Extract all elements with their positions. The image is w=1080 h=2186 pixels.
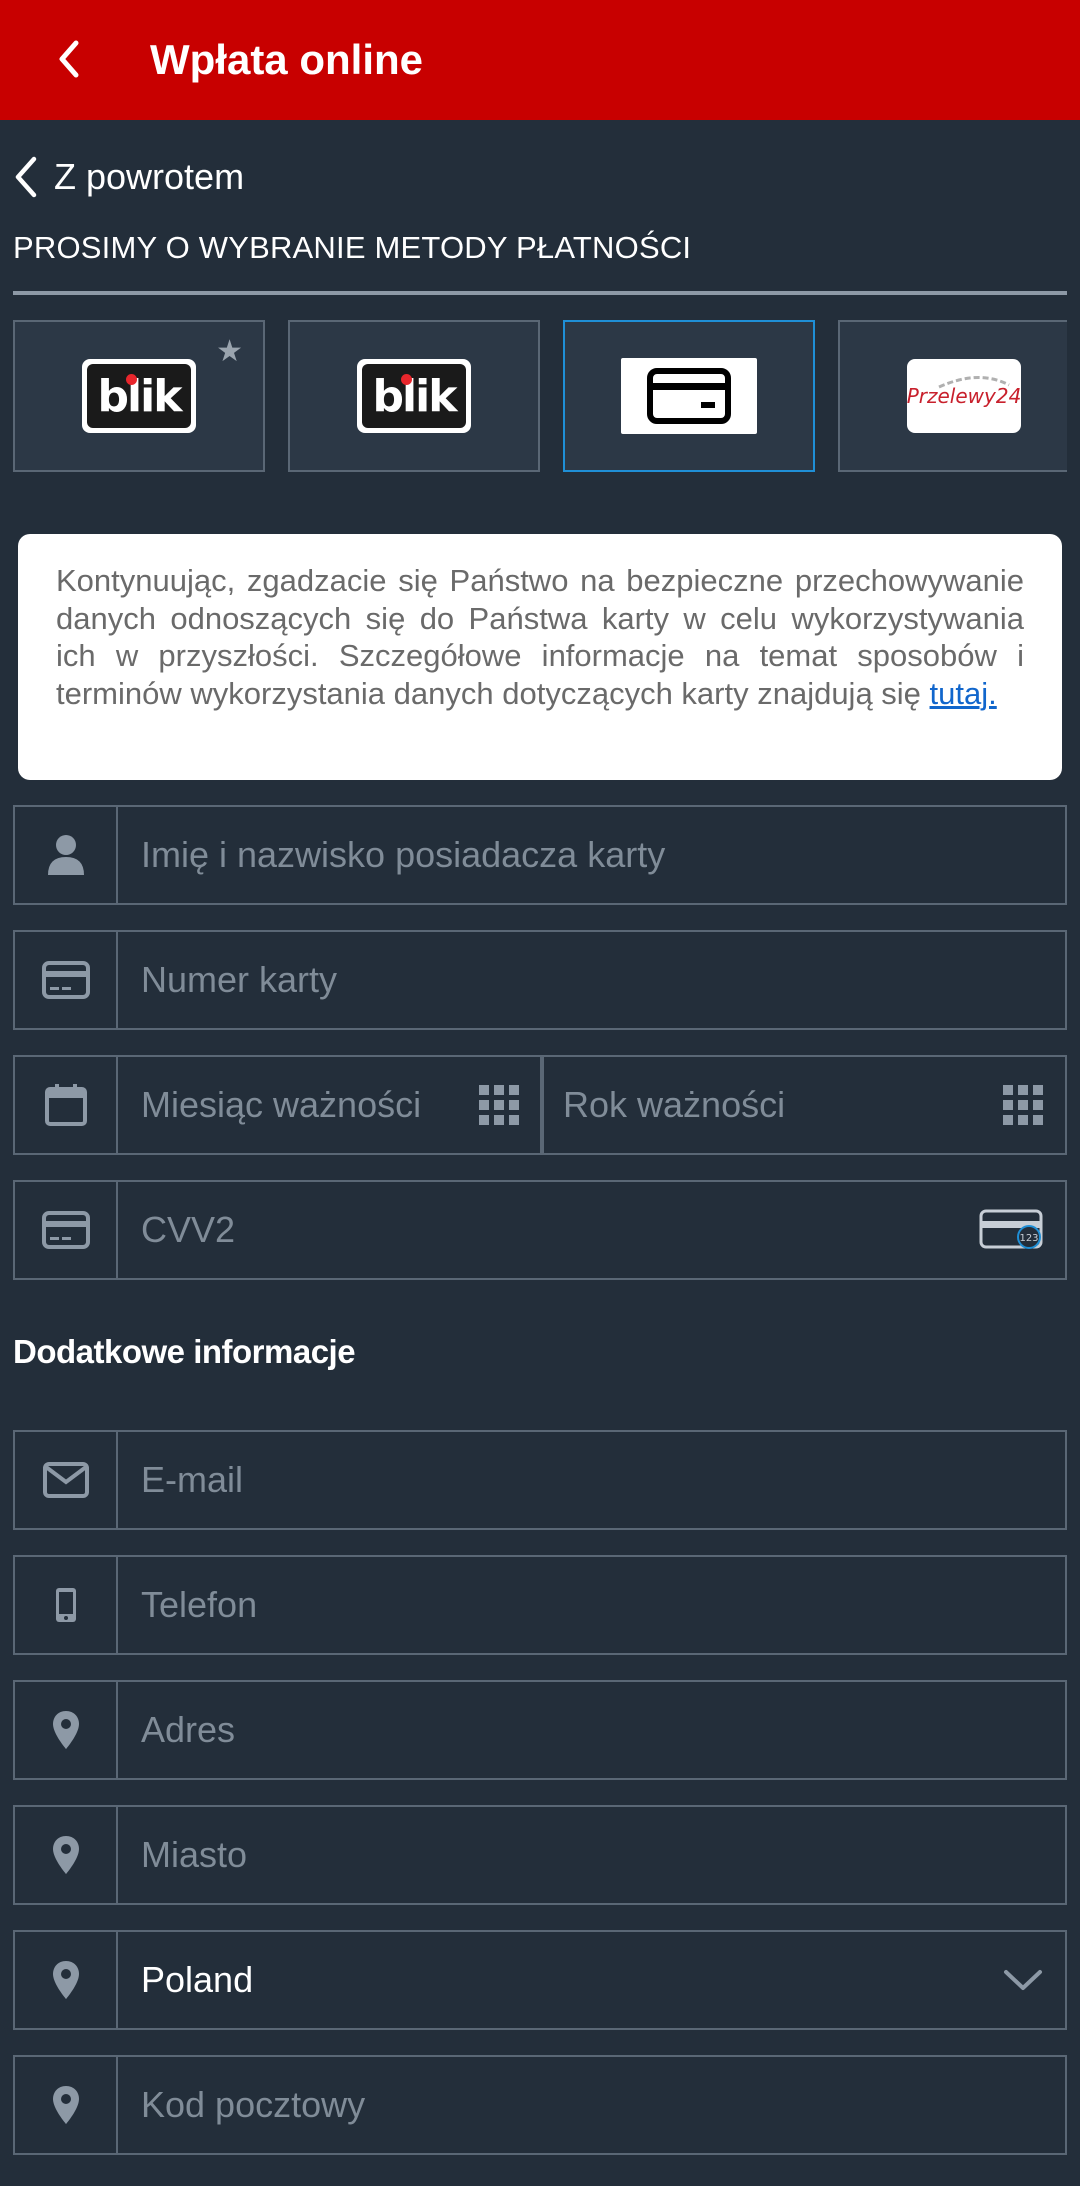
notice-text: Kontynuując, zgadzacie się Państwo na be… bbox=[56, 563, 1024, 711]
country-value: Poland bbox=[141, 1959, 254, 2000]
payment-method-blik-favorite[interactable]: ★ blik bbox=[13, 320, 265, 472]
divider bbox=[13, 291, 1067, 295]
country-select[interactable]: Poland bbox=[13, 1930, 1067, 2030]
chevron-left-icon bbox=[15, 156, 37, 198]
calendar-icon bbox=[15, 1057, 118, 1153]
address-input[interactable] bbox=[141, 1682, 961, 1778]
cvv-hint-icon[interactable]: 123 bbox=[979, 1182, 1043, 1278]
user-icon bbox=[15, 807, 118, 903]
przelewy24-arc-icon bbox=[938, 375, 1010, 389]
expiry-field bbox=[13, 1055, 1067, 1155]
return-label: Z powrotem bbox=[54, 156, 245, 197]
app-header: Wpłata online bbox=[0, 0, 1080, 120]
map-pin-icon bbox=[15, 1682, 118, 1778]
payment-methods-carousel[interactable]: ★ blik blik Przelewy24 bbox=[13, 320, 1067, 472]
card-number-field bbox=[13, 930, 1067, 1030]
additional-info-title: Dodatkowe informacje bbox=[13, 1333, 356, 1370]
address-field bbox=[13, 1680, 1067, 1780]
svg-text:123: 123 bbox=[1019, 1233, 1038, 1244]
map-pin-icon bbox=[15, 1932, 118, 2028]
postcode-field bbox=[13, 2055, 1067, 2155]
page-title: Wpłata online bbox=[150, 36, 423, 83]
email-field bbox=[13, 1430, 1067, 1530]
card-holder-field bbox=[13, 805, 1067, 905]
credit-card-icon bbox=[621, 358, 757, 434]
notice-link[interactable]: tutaj. bbox=[930, 676, 997, 711]
city-field bbox=[13, 1805, 1067, 1905]
expiry-month-input[interactable] bbox=[141, 1057, 471, 1153]
star-icon[interactable]: ★ bbox=[216, 334, 243, 369]
expiry-year-input[interactable] bbox=[563, 1057, 963, 1153]
back-button[interactable] bbox=[44, 34, 94, 84]
payment-method-card[interactable] bbox=[563, 320, 815, 472]
phone-icon bbox=[15, 1557, 118, 1653]
credit-card-icon bbox=[15, 1182, 118, 1278]
blik-logo: blik bbox=[82, 359, 196, 433]
email-input[interactable] bbox=[141, 1432, 961, 1528]
phone-field bbox=[13, 1555, 1067, 1655]
envelope-icon bbox=[15, 1432, 118, 1528]
przelewy24-logo: Przelewy24 bbox=[907, 359, 1021, 433]
map-pin-icon bbox=[15, 2057, 118, 2153]
grid-icon[interactable] bbox=[479, 1057, 519, 1153]
card-storage-notice: Kontynuując, zgadzacie się Państwo na be… bbox=[18, 534, 1062, 780]
chevron-left-icon bbox=[59, 40, 79, 78]
grid-icon[interactable] bbox=[1003, 1057, 1043, 1153]
cvv-input[interactable] bbox=[141, 1182, 961, 1278]
city-input[interactable] bbox=[141, 1807, 961, 1903]
cvv-field: 123 bbox=[13, 1180, 1067, 1280]
payment-method-przelewy24[interactable]: Przelewy24 bbox=[838, 320, 1067, 472]
blik-logo: blik bbox=[357, 359, 471, 433]
phone-input[interactable] bbox=[141, 1557, 961, 1653]
return-link[interactable]: Z powrotem bbox=[12, 150, 244, 204]
card-holder-input[interactable] bbox=[141, 807, 961, 903]
credit-card-icon bbox=[15, 932, 118, 1028]
chevron-down-icon[interactable] bbox=[1003, 1932, 1043, 2028]
section-title: PROSIMY O WYBRANIE METODY PŁATNOŚCI bbox=[13, 230, 692, 265]
card-number-input[interactable] bbox=[141, 932, 961, 1028]
map-pin-icon bbox=[15, 1807, 118, 1903]
field-separator bbox=[540, 1057, 544, 1153]
postcode-input[interactable] bbox=[141, 2057, 961, 2153]
payment-method-blik[interactable]: blik bbox=[288, 320, 540, 472]
